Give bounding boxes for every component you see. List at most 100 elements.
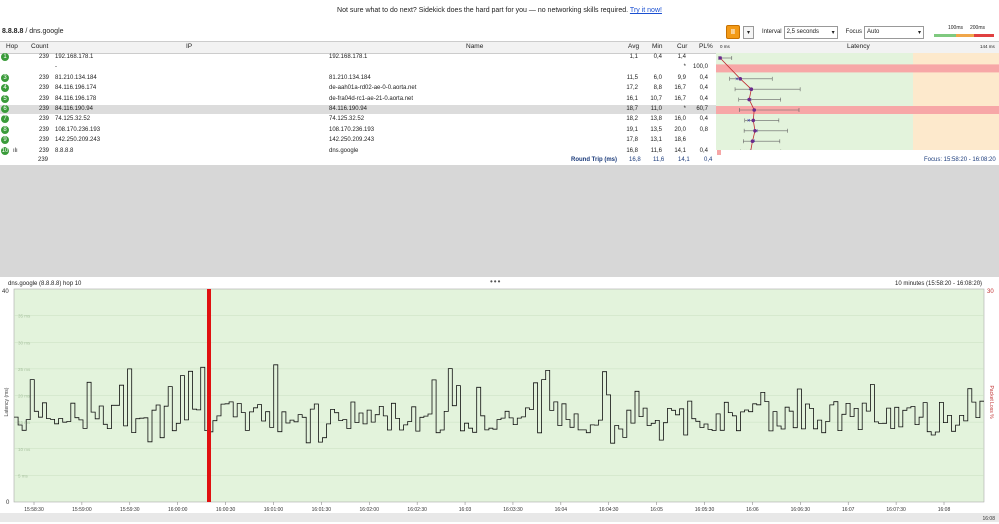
latency-avg-point <box>718 56 722 60</box>
cell-name: dns.google <box>329 147 358 156</box>
table-row[interactable]: 8239108.170.236.193108.170.236.19319,113… <box>0 126 716 135</box>
col-hop[interactable]: Hop <box>6 43 18 50</box>
col-latency[interactable]: Latency <box>847 43 870 50</box>
cell-ip: 108.170.236.193 <box>55 126 100 135</box>
x-tick-label: 16:06 <box>746 507 759 513</box>
focus-value: Auto <box>867 29 879 35</box>
cell-avg: 16,8 <box>614 147 638 156</box>
col-avg[interactable]: Avg <box>628 43 639 50</box>
cell-min: 6,0 <box>639 74 662 83</box>
x-tick-label: 16:01:30 <box>312 507 332 513</box>
cell-ip: 74.125.32.52 <box>55 115 90 124</box>
empty-table-area <box>0 165 999 277</box>
table-row[interactable]: 9239142.250.209.243142.250.209.24317,813… <box>0 136 716 145</box>
grid-label: 5 ms <box>18 473 29 478</box>
table-row[interactable]: -*100,0 <box>0 63 716 72</box>
table-row[interactable]: 323981.210.134.18481.210.134.18411,56,09… <box>0 74 716 83</box>
legend-green-bar <box>934 34 956 37</box>
cell-avg: 17,2 <box>614 84 638 93</box>
col-pl[interactable]: PL% <box>699 43 713 50</box>
latency-color-legend: 100ms 200ms <box>934 25 994 39</box>
col-cur[interactable]: Cur <box>677 43 687 50</box>
graph-target-icon[interactable]: ılı <box>13 147 18 156</box>
col-count[interactable]: Count <box>31 43 48 50</box>
chevron-down-icon: ▾ <box>832 29 835 36</box>
hop-number: 9 <box>1 136 9 144</box>
status-strip <box>0 513 999 522</box>
trace-table: Hop Count IP Name Avg Min Cur PL% 0 ms L… <box>0 41 999 161</box>
x-tick-label: 16:00:00 <box>168 507 188 513</box>
target-ip: 8.8.8.8 <box>2 28 23 35</box>
cell-count: 239 <box>29 74 49 83</box>
interval-select[interactable]: 2,5 seconds▾ <box>784 26 838 39</box>
cell-min: 11,6 <box>639 147 662 156</box>
cell-name: 108.170.236.193 <box>329 126 374 135</box>
x-tick-label: 16:04:30 <box>599 507 619 513</box>
latency-mini-chart: ×××××××× <box>716 53 999 150</box>
graph-options-icon[interactable]: ○ <box>978 280 982 286</box>
banner-text: Not sure what to do next? Sidekick does … <box>337 7 628 14</box>
table-row[interactable]: 1239192.168.178.1192.168.178.11,10,41,4 <box>0 53 716 62</box>
table-row[interactable]: 723974.125.32.5274.125.32.5218,213,816,0… <box>0 115 716 124</box>
cell-min: 13,8 <box>639 115 662 124</box>
table-row[interactable]: 523984.116.196.178de-fra04d-rc1-ae-21-0.… <box>0 95 716 104</box>
pause-button[interactable]: II <box>726 25 740 39</box>
cell-avg: 17,8 <box>614 136 638 145</box>
cell-pl: 0,4 <box>683 84 708 93</box>
y-axis-label: Latency (ms) <box>4 387 10 416</box>
x-tick-label: 16:07 <box>842 507 855 513</box>
pause-icon: II <box>731 29 735 36</box>
latency-avg-point <box>747 98 751 102</box>
cell-ip: 84.116.196.178 <box>55 95 96 104</box>
cell-ip: 8.8.8.8 <box>55 147 73 156</box>
cell-min: 11,0 <box>639 105 662 114</box>
cell-avg: 18,2 <box>614 115 638 124</box>
cell-ip: 142.250.209.243 <box>55 136 100 145</box>
focus-label: Focus <box>846 29 862 35</box>
y-axis-bottom: 0 <box>6 500 10 506</box>
col-ip[interactable]: IP <box>186 43 192 50</box>
try-it-now-link[interactable]: Try it now! <box>630 7 662 14</box>
rt-count: 239 <box>38 156 48 165</box>
latency-avg-point <box>753 129 757 133</box>
rt-label: Round Trip (ms) <box>571 156 617 165</box>
pause-options-dropdown[interactable]: ▾ <box>743 26 754 39</box>
cell-cur: 1,4 <box>663 53 686 62</box>
x-tick-label: 15:59:30 <box>120 507 140 513</box>
x-tick-label: 15:58:30 <box>24 507 44 513</box>
col-min[interactable]: Min <box>652 43 662 50</box>
focus-select[interactable]: Auto▾ <box>864 26 924 39</box>
cell-pl: 0,4 <box>683 147 708 156</box>
col-latency-max: 144 ms <box>980 44 995 49</box>
cell-ip: 192.168.178.1 <box>55 53 93 62</box>
cell-avg: 1,1 <box>614 53 638 62</box>
latency-avg-point <box>751 139 755 143</box>
grid-label: 30 ms <box>18 340 31 345</box>
cell-count: 239 <box>29 53 49 62</box>
cell-count: 239 <box>29 126 49 135</box>
cell-pl: 0,8 <box>683 126 708 135</box>
hop-number: 6 <box>1 105 9 113</box>
latency-avg-point <box>738 77 742 81</box>
x-tick-label: 16:04 <box>555 507 568 513</box>
table-row[interactable]: 10ılı2398.8.8.8dns.google16,811,614,10,4 <box>0 147 716 156</box>
grid-label: 20 ms <box>18 394 31 399</box>
cell-ip: 81.210.134.184 <box>55 74 97 83</box>
table-row[interactable]: 423984.116.196.174de-aah01a-rd02-ae-0-0.… <box>0 84 716 93</box>
focus-range: Focus: 15:58:20 - 16:08:20 <box>924 156 996 165</box>
cell-count: 239 <box>29 147 49 156</box>
grid-label: 15 ms <box>18 420 31 425</box>
grid-label: 10 ms <box>18 447 31 452</box>
cell-count: 239 <box>29 136 49 145</box>
cell-name: 81.210.134.184 <box>329 74 371 83</box>
y-axis-label-right: Packet Loss % <box>988 385 994 419</box>
cell-count: 239 <box>29 84 49 93</box>
cell-name: 84.116.190.94 <box>329 105 367 114</box>
x-tick-label: 16:07:30 <box>886 507 906 513</box>
col-name[interactable]: Name <box>466 43 483 50</box>
cell-avg: 16,1 <box>614 95 638 104</box>
hop-number: 8 <box>1 126 9 134</box>
hop-number: 4 <box>1 84 9 92</box>
toolbar: 8.8.8.8 / dns.google II ▾ Interval 2,5 s… <box>0 22 999 42</box>
cell-pl: 60,7 <box>683 105 708 114</box>
